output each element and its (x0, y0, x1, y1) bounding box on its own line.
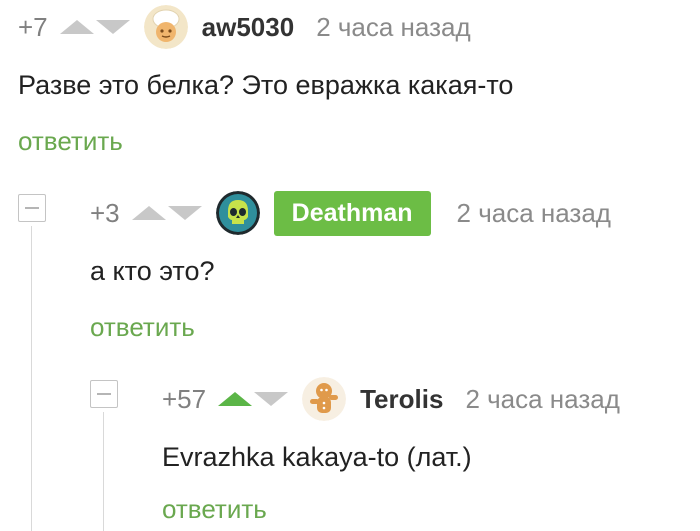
comment-rating: +7 (18, 11, 48, 42)
comment-time: 2 часа назад (316, 11, 471, 42)
reply-link[interactable]: ответить (90, 312, 195, 343)
thread-line[interactable] (31, 226, 32, 531)
gingerbread-avatar-icon (302, 377, 347, 421)
downvote-icon[interactable] (254, 392, 289, 406)
comment-text: Evrazhka kakaya-to (лат.) (162, 442, 472, 472)
comment-header: +3 Deathman 2 часа назад (90, 188, 611, 238)
collapse-thread-button[interactable] (90, 380, 118, 408)
avatar[interactable] (302, 377, 347, 421)
comment-time: 2 часа назад (456, 197, 611, 228)
author-name[interactable]: Terolis (360, 384, 443, 415)
avatar[interactable] (143, 5, 188, 49)
downvote-icon[interactable] (95, 20, 130, 34)
comment-header: +57 Terolis 2 часа назад (162, 374, 620, 424)
comment-text: Разве это белка? Это евражка какая-то (18, 70, 514, 100)
upvote-icon[interactable] (218, 392, 253, 406)
author-name[interactable]: Deathman (273, 190, 431, 236)
chef-avatar-icon (143, 5, 188, 49)
upvote-icon[interactable] (59, 20, 94, 34)
downvote-icon[interactable] (167, 206, 202, 220)
reply-link[interactable]: ответить (18, 126, 123, 157)
author-name[interactable]: aw5030 (202, 12, 295, 43)
comment-rating: +3 (90, 197, 120, 228)
upvote-icon[interactable] (131, 206, 166, 220)
comment-text: а кто это? (90, 256, 215, 286)
thread-line[interactable] (103, 412, 104, 531)
skull-avatar-icon (215, 191, 260, 235)
avatar[interactable] (215, 191, 260, 235)
reply-link[interactable]: ответить (162, 494, 267, 525)
comment-time: 2 часа назад (465, 383, 620, 414)
collapse-thread-button[interactable] (18, 194, 46, 222)
comment-header: +7 aw5030 2 часа назад (18, 2, 471, 52)
comment-rating: +57 (162, 383, 207, 414)
